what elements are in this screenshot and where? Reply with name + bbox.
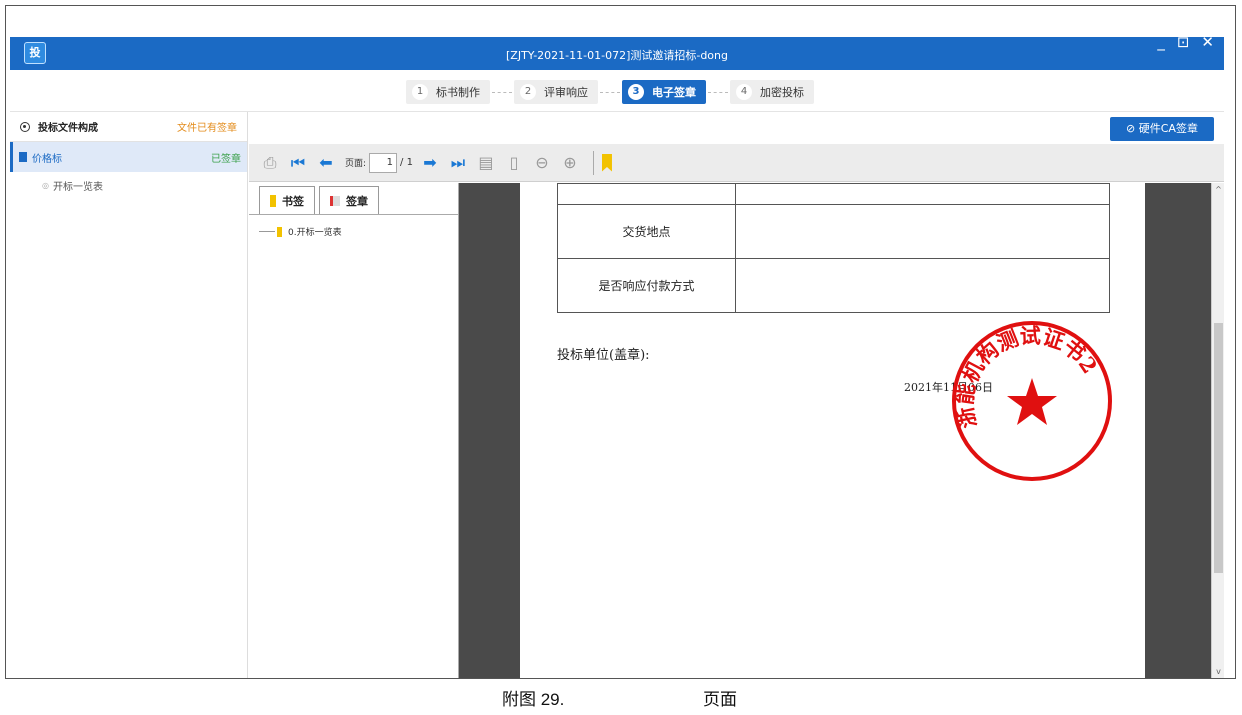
restore-icon[interactable]: ⊡ (1177, 33, 1190, 51)
toolbar-separator (592, 150, 594, 175)
seal-icon (330, 195, 340, 206)
step-label: 加密投标 (760, 86, 804, 99)
table-row (557, 183, 1110, 205)
tab-label: 签章 (346, 194, 368, 208)
table-row: 交货地点 (557, 204, 1110, 259)
table-cell (735, 258, 1110, 313)
tab-label: 书签 (282, 194, 304, 208)
scroll-up-icon[interactable]: ^ (1212, 185, 1224, 194)
step-tab-2[interactable]: 2 评审响应 (514, 80, 598, 104)
table-cell (557, 183, 736, 205)
steps-bar: 1 标书制作 2 评审响应 3 电子签章 4 加密投标 (10, 70, 1224, 112)
caption-figure-number: 附图 29. (502, 690, 565, 709)
pdf-toolbar: ⎙ ⏮ ⬅ 页面: 1 / 1 ➡ ⏭ ▤ ▯ ⊖ ⊕ (249, 144, 1224, 182)
table-cell: 交货地点 (557, 204, 736, 259)
table-cell: 是否响应付款方式 (557, 258, 736, 313)
first-page-icon[interactable]: ⏮ (287, 152, 309, 174)
radio-target-icon (20, 121, 30, 132)
step-tab-3[interactable]: 3 电子签章 (622, 80, 706, 104)
vertical-scrollbar[interactable]: ^ v (1211, 183, 1224, 678)
sidebar-subitem-opening-list[interactable]: ◎ 开标一览表 (10, 172, 247, 198)
step-number: 4 (736, 84, 752, 100)
company-seal-stamp: 浙能机构测试证书2 (952, 321, 1112, 481)
zoom-in-icon[interactable]: ⊕ (559, 152, 581, 174)
tree-line (259, 231, 275, 232)
figure-caption: 附图 29. 页面 (5, 678, 1236, 709)
bookmark-icon (270, 194, 276, 207)
pdf-viewer[interactable]: 交货地点 是否响应付款方式 投标单位(盖章): 2021年11月06日 浙能机构… (459, 183, 1224, 678)
window-controls: _ ⊡ ✕ (1157, 33, 1214, 51)
page-total: / 1 (400, 157, 413, 168)
zoom-out-icon[interactable]: ⊖ (531, 152, 553, 174)
step-number: 3 (628, 84, 644, 100)
tree-item-label: 0.开标一览表 (288, 228, 342, 238)
table-cell (735, 204, 1110, 259)
sidebar-header: 投标文件构成 文件已有签章 (10, 112, 247, 142)
document-icon (19, 152, 27, 162)
table-cell (735, 183, 1110, 205)
action-strip: ⊘ 硬件CA签章 (249, 112, 1224, 144)
step-tabs: 1 标书制作 2 评审响应 3 电子签章 4 加密投标 (406, 80, 814, 104)
page-label: 页面: (345, 159, 367, 169)
minimize-icon[interactable]: _ (1157, 33, 1165, 51)
hardware-ca-sign-button[interactable]: ⊘ 硬件CA签章 (1110, 117, 1214, 141)
document-table: 交货地点 是否响应付款方式 (557, 183, 1110, 313)
step-label: 评审响应 (544, 86, 588, 99)
tab-seals[interactable]: 签章 (319, 186, 379, 214)
page-number-input[interactable]: 1 (369, 152, 398, 173)
bookmark-icon[interactable] (601, 153, 612, 172)
ca-button-label: 硬件CA签章 (1138, 122, 1198, 135)
bookmark-icon (277, 226, 282, 237)
caption-label: 页面 (703, 690, 737, 709)
panel-tabs: 书签 签章 (249, 183, 458, 215)
sidebar-item-price[interactable]: 价格标 已签章 (10, 142, 247, 172)
step-tab-1[interactable]: 1 标书制作 (406, 80, 490, 104)
sidebar: 投标文件构成 文件已有签章 价格标 已签章 ◎ 开标一览表 (10, 112, 248, 678)
print-icon[interactable]: ⎙ (259, 152, 281, 174)
bullet-icon: ◎ (42, 180, 49, 190)
bookmark-panel: 书签 签章 0.开标一览表 (249, 183, 459, 678)
step-number: 2 (520, 84, 536, 100)
tab-bookmarks[interactable]: 书签 (259, 186, 315, 214)
next-page-icon[interactable]: ➡ (419, 152, 441, 174)
window-title: [ZJTY-2021-11-01-072]测试邀请招标-dong (506, 49, 728, 62)
table-row: 是否响应付款方式 (557, 258, 1110, 313)
step-label: 电子签章 (652, 86, 696, 99)
step-tab-4[interactable]: 4 加密投标 (730, 80, 814, 104)
step-divider (600, 91, 620, 93)
step-divider (492, 91, 512, 93)
prev-page-icon[interactable]: ⬅ (315, 152, 337, 174)
step-divider (708, 91, 728, 93)
single-page-icon[interactable]: ▤ (475, 152, 497, 174)
main-area: ⊘ 硬件CA签章 ⎙ ⏮ ⬅ 页面: 1 / 1 ➡ ⏭ ▤ ▯ ⊖ ⊕ 书签 … (249, 112, 1224, 678)
step-label: 标书制作 (436, 86, 480, 99)
bookmark-tree-item[interactable]: 0.开标一览表 (249, 215, 458, 238)
sidebar-subitem-label: 开标一览表 (52, 181, 103, 193)
pdf-page: 交货地点 是否响应付款方式 投标单位(盖章): 2021年11月06日 浙能机构… (520, 183, 1145, 678)
signed-status: 已签章 (211, 153, 241, 165)
step-number: 1 (412, 84, 428, 100)
scrollbar-thumb[interactable] (1214, 323, 1223, 573)
last-page-icon[interactable]: ⏭ (447, 152, 469, 174)
fit-page-icon[interactable]: ▯ (503, 152, 525, 174)
title-bar: 投 [ZJTY-2021-11-01-072]测试邀请招标-dong _ ⊡ ✕ (10, 33, 1224, 70)
sidebar-item-label: 价格标 (32, 153, 62, 165)
sidebar-header-title: 投标文件构成 (38, 123, 98, 134)
scroll-down-icon[interactable]: v (1212, 667, 1224, 676)
close-icon[interactable]: ✕ (1201, 33, 1214, 51)
signature-label: 投标单位(盖章): (557, 348, 650, 363)
sidebar-header-status: 文件已有签章 (177, 123, 237, 134)
